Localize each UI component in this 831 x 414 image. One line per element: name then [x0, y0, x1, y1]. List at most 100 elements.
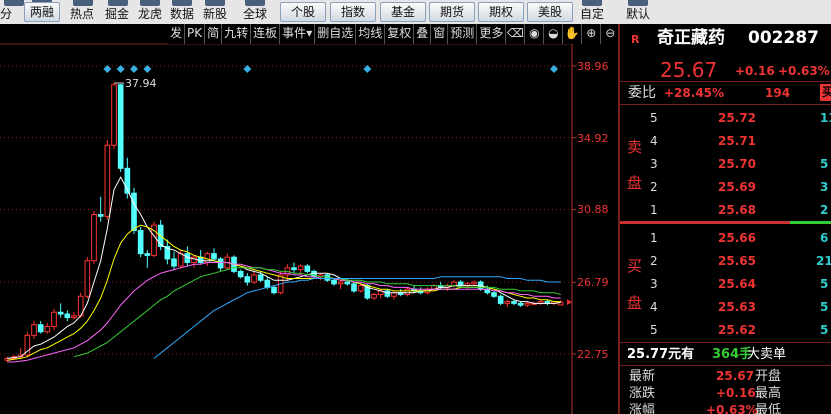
- moving-average-line: [7, 176, 561, 359]
- tab-data[interactable]: 数据: [170, 7, 194, 21]
- zoom-in-icon[interactable]: ⊕: [582, 24, 602, 44]
- toolbar-events-label: 事件: [282, 26, 307, 40]
- candle-body: [104, 144, 111, 217]
- panel-divider: [618, 24, 620, 414]
- candle-body: [524, 302, 531, 306]
- candle-body: [297, 265, 304, 271]
- tab-fen[interactable]: 分: [0, 7, 12, 21]
- candle-body: [257, 274, 264, 281]
- dragon-icon[interactable]: [140, 0, 160, 6]
- order-diff-value: 194: [765, 86, 791, 100]
- hand-icon[interactable]: ✋: [563, 24, 583, 44]
- order-level: 5: [650, 111, 658, 125]
- kline-chart[interactable]: 37.94: [0, 24, 618, 414]
- tab-dig[interactable]: 掘金: [105, 7, 129, 21]
- order-level: 5: [650, 323, 658, 337]
- default-label[interactable]: 默认: [626, 7, 650, 21]
- buy-order-button[interactable]: 买: [820, 84, 831, 101]
- candle-body: [457, 281, 464, 287]
- stock-button[interactable]: 个股: [280, 2, 326, 22]
- eye-icon[interactable]: ◉: [525, 24, 545, 44]
- toolbar-item-events[interactable]: 事件▾: [280, 24, 316, 44]
- candle-body: [337, 281, 344, 285]
- sell-strength-bar: [620, 221, 790, 224]
- toolbar-item-forecast[interactable]: 预测: [448, 24, 478, 44]
- bag-icon[interactable]: ◒: [544, 24, 564, 44]
- eraser-icon[interactable]: ⌫: [506, 24, 526, 44]
- order-level: 3: [650, 157, 658, 171]
- dig-icon[interactable]: [108, 0, 128, 6]
- futures-button[interactable]: 期货: [429, 2, 475, 22]
- toolbar-item-overlay[interactable]: 叠: [414, 24, 432, 44]
- stat-label: 涨幅: [629, 403, 656, 414]
- candle-body: [251, 274, 257, 283]
- index-button[interactable]: 指数: [330, 2, 376, 22]
- buy-row: 5 25.62 5: [620, 319, 831, 340]
- candle-body: [491, 292, 497, 297]
- default-icon[interactable]: [628, 0, 648, 6]
- candle-body: [344, 281, 351, 285]
- candle-body: [391, 292, 397, 297]
- tab-hot[interactable]: 热点: [70, 7, 94, 21]
- order-price: 25.62: [718, 323, 756, 337]
- toolbar-item-simple[interactable]: 简: [205, 24, 223, 44]
- order-level: 1: [650, 231, 658, 245]
- us-stock-button[interactable]: 美股: [527, 2, 573, 22]
- buy-row: 1 25.66 6: [620, 227, 831, 248]
- app-icon[interactable]: [4, 0, 24, 6]
- candle-body: [117, 84, 124, 169]
- tab-global[interactable]: 全球: [243, 7, 267, 21]
- tab-margin-trading[interactable]: 两融: [24, 2, 60, 22]
- candle-body: [271, 286, 277, 294]
- candle-body: [511, 301, 517, 304]
- ipo-icon[interactable]: [205, 0, 225, 6]
- buy-row: 4 25.63 5: [620, 296, 831, 317]
- candle-body: [471, 281, 477, 285]
- order-price: 25.69: [718, 180, 756, 194]
- kline-chart-area[interactable]: 37.94: [0, 24, 618, 414]
- toolbar-item-moving-average[interactable]: 均线: [356, 24, 386, 44]
- candle-body: [371, 293, 377, 299]
- candle-body: [24, 334, 31, 356]
- order-volume: 5: [820, 323, 829, 337]
- price-axis-label: 22.75: [577, 348, 609, 361]
- globe-icon[interactable]: [245, 0, 265, 6]
- custom-icon[interactable]: [582, 0, 602, 6]
- toolbar-item-more[interactable]: 更多: [477, 24, 507, 44]
- hot-icon[interactable]: [73, 0, 93, 6]
- candle-body: [331, 279, 337, 285]
- candle-body: [71, 315, 77, 319]
- price-axis-label: 34.92: [577, 132, 609, 145]
- order-volume: 5: [820, 157, 829, 171]
- tab-new-stock[interactable]: 新股: [203, 7, 227, 21]
- buy-row: 3 25.64 5: [620, 273, 831, 294]
- custom-label[interactable]: 自定: [580, 7, 604, 21]
- options-button[interactable]: 期权: [478, 2, 524, 22]
- event-marker-icon: [116, 65, 125, 73]
- toolbar-item-fa[interactable]: 发: [168, 24, 186, 44]
- divider: [620, 104, 831, 105]
- order-ratio-value: +28.45%: [664, 86, 725, 100]
- toolbar-item-window[interactable]: 窗: [431, 24, 449, 44]
- stat-label: 涨跌: [629, 386, 656, 401]
- candle-body: [264, 279, 271, 288]
- price-axis-label: 38.96: [577, 60, 609, 73]
- buy-row: 2 25.65 21: [620, 250, 831, 271]
- sell-row: 1 25.68 2: [620, 199, 831, 220]
- order-volume: 3: [820, 180, 829, 194]
- candle-body: [111, 84, 117, 146]
- toolbar-item-pk[interactable]: PK: [185, 24, 206, 44]
- tab-dragon-tiger[interactable]: 龙虎: [138, 7, 162, 21]
- order-price: 25.68: [718, 203, 756, 217]
- divider: [620, 342, 831, 343]
- candle-body: [177, 253, 184, 267]
- data-icon[interactable]: [172, 0, 192, 6]
- last-trade-type: 大卖单: [747, 347, 787, 362]
- toolbar-item-limit-up[interactable]: 连板: [251, 24, 281, 44]
- fund-button[interactable]: 基金: [380, 2, 426, 22]
- order-level: 2: [650, 254, 658, 268]
- toolbar-item-nine-turn[interactable]: 九转: [222, 24, 252, 44]
- candle-body: [237, 270, 244, 278]
- toolbar-item-adjust[interactable]: 复权: [385, 24, 415, 44]
- toolbar-item-remove-watch[interactable]: 删自选: [315, 24, 357, 44]
